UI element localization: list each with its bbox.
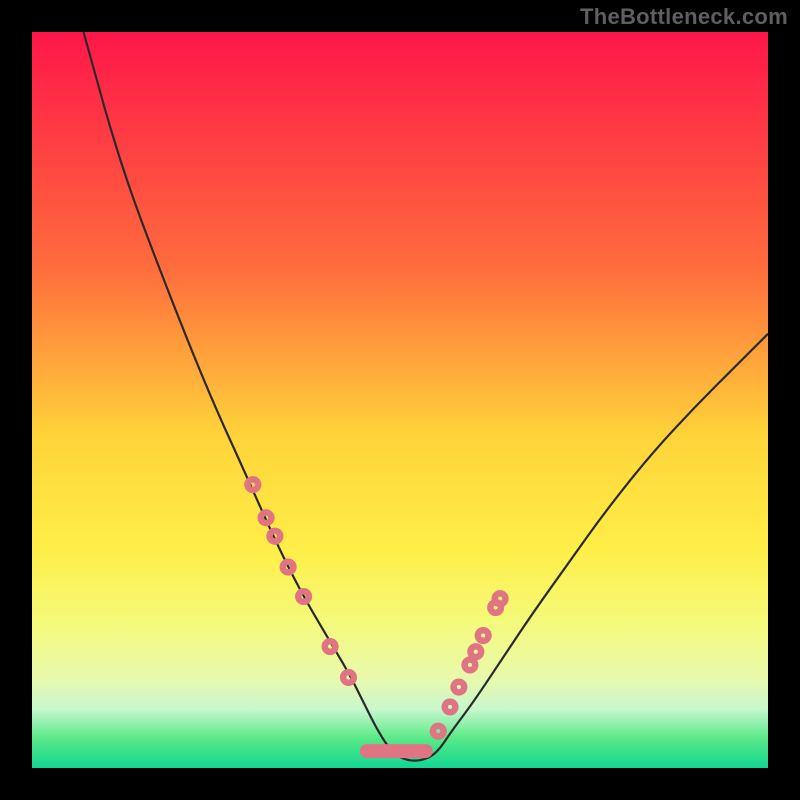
data-marker (343, 672, 354, 683)
data-marker (471, 646, 482, 657)
data-marker (478, 630, 489, 641)
data-marker (248, 479, 259, 490)
data-marker (445, 702, 456, 713)
data-marker (454, 682, 465, 693)
watermark-text: TheBottleneck.com (580, 4, 788, 30)
chart-plot-area (32, 32, 768, 768)
bottleneck-curve (84, 32, 768, 761)
data-marker (270, 531, 281, 542)
data-marker (433, 726, 444, 737)
chart-svg (32, 32, 768, 768)
data-marker (325, 641, 336, 652)
marker-group (248, 479, 506, 736)
data-marker (465, 660, 476, 671)
data-marker (495, 593, 506, 604)
